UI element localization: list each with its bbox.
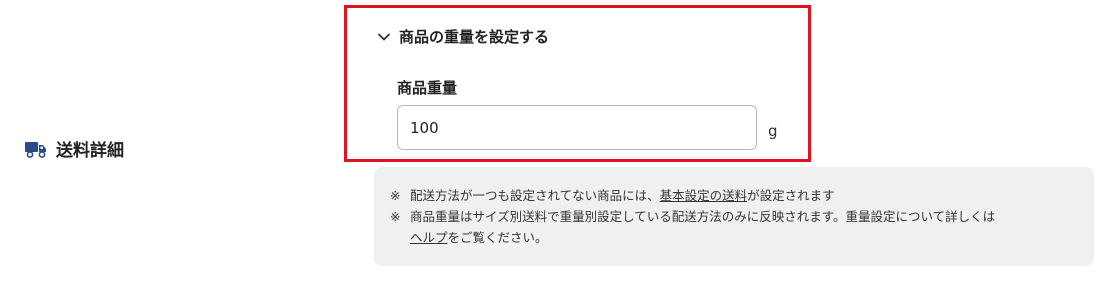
truck-icon	[25, 141, 46, 158]
note-1-suffix: が設定されます	[747, 188, 835, 203]
section-label: 送料詳細	[24, 136, 124, 161]
note-mark: ※	[390, 209, 401, 224]
note-line-2: ※ 商品重量はサイズ別送料で重量別設定している配送方法のみに反映されます。重量設…	[390, 206, 1078, 248]
weight-accordion-title: 商品の重量を設定する	[399, 28, 550, 46]
note-2-text: 商品重量はサイズ別送料で重量別設定している配送方法のみに反映されます。重量設定に…	[410, 209, 996, 224]
help-link[interactable]: ヘルプ	[410, 230, 448, 245]
chevron-down-icon	[377, 32, 391, 41]
section-title: 送料詳細	[56, 141, 124, 161]
weight-settings-highlight: 商品の重量を設定する 商品重量 g	[344, 5, 811, 162]
weight-field-label: 商品重量	[397, 79, 458, 97]
note-1-prefix: 配送方法が一つも設定されてない商品には、	[410, 188, 660, 203]
weight-unit: g	[768, 122, 778, 140]
note-2-suffix: をご覧ください。	[447, 230, 548, 245]
weight-accordion-toggle[interactable]: 商品の重量を設定する	[377, 26, 549, 47]
note-mark: ※	[390, 188, 401, 203]
basic-shipping-link[interactable]: 基本設定の送料	[660, 188, 748, 203]
weight-input[interactable]	[397, 105, 757, 150]
note-line-1: ※ 配送方法が一つも設定されてない商品には、基本設定の送料が設定されます	[390, 185, 1078, 206]
notes-panel: ※ 配送方法が一つも設定されてない商品には、基本設定の送料が設定されます ※ 商…	[374, 167, 1094, 266]
shipping-details-section: 送料詳細 商品の重量を設定する 商品重量 g ※ 配送方法が一つも設定されてない…	[0, 0, 1117, 284]
